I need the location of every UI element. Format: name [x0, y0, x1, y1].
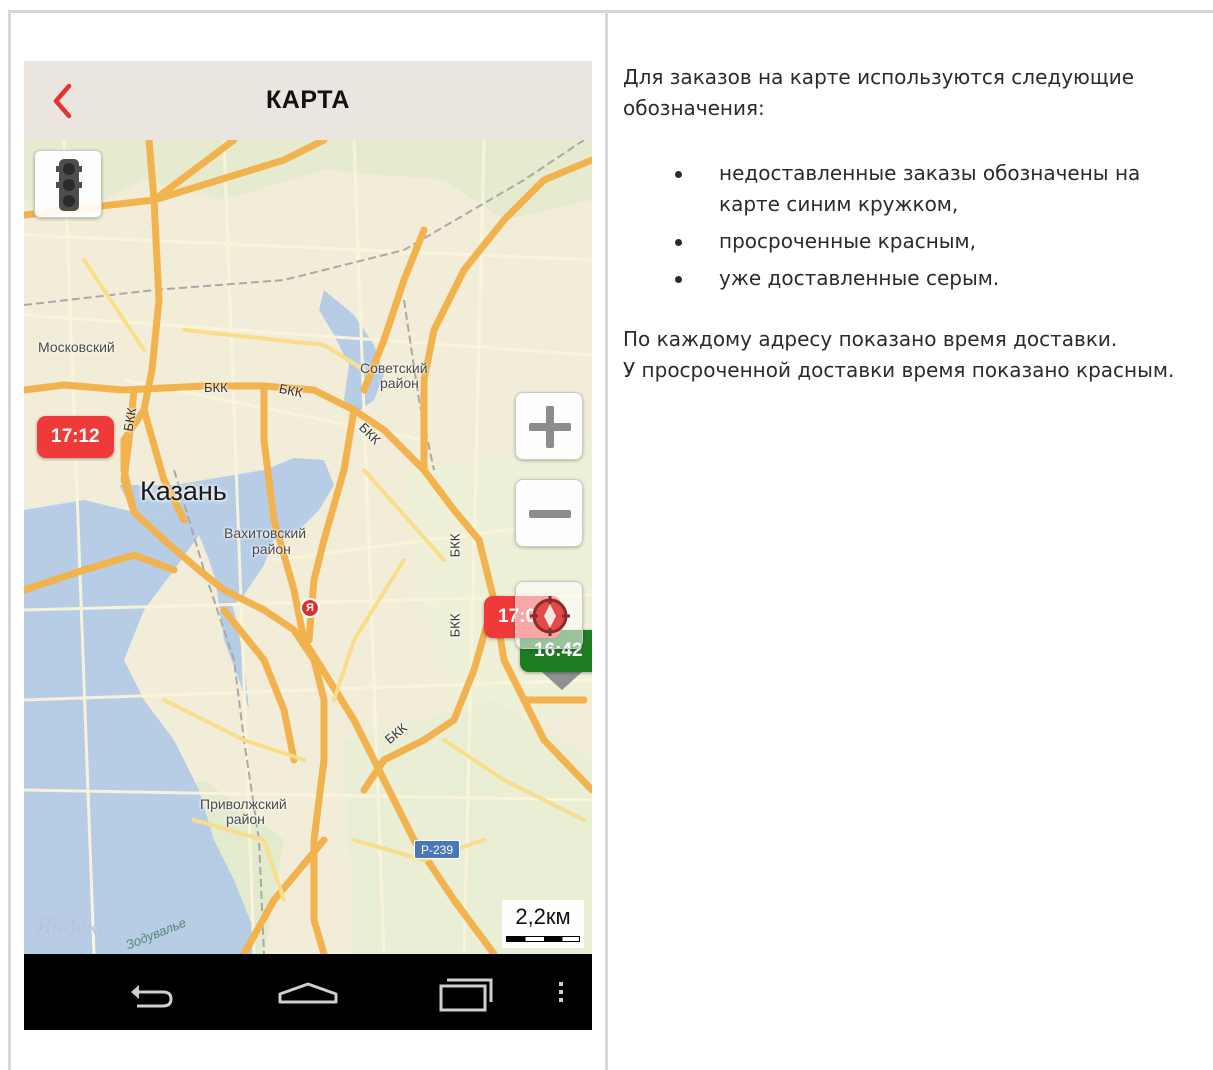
legend-list: недоставленные заказы обозначены на карт…	[675, 158, 1193, 294]
map-scale: 2,2км	[502, 900, 584, 948]
phone-screen: КАРТА Московский Советский район Казань …	[24, 61, 592, 1030]
back-button[interactable]	[46, 81, 86, 121]
recent-apps-icon	[439, 978, 493, 1012]
locate-icon	[530, 596, 570, 636]
frame-left-border	[8, 10, 11, 1070]
back-arrow-icon	[131, 985, 173, 1008]
chevron-left-icon	[53, 83, 72, 119]
label-road-bkk: БКК	[204, 380, 228, 395]
locate-button[interactable]	[515, 581, 583, 649]
android-nav-bar	[24, 954, 592, 1030]
order-pin-tail	[542, 672, 582, 690]
legend-description: Для заказов на карте используются следую…	[623, 62, 1193, 386]
yandex-watermark: Яндекс	[36, 914, 108, 940]
yandex-poi-marker[interactable]: Я	[300, 598, 320, 618]
outro-text-2: У просроченной доставки время показано к…	[623, 358, 1175, 382]
label-city-kazan: Казань	[140, 476, 227, 506]
list-item: уже доставленные серым.	[675, 263, 1193, 294]
traffic-toggle-button[interactable]	[34, 150, 102, 218]
map-tiles	[24, 140, 592, 954]
zoom-out-button[interactable]	[515, 479, 583, 547]
nav-back-button[interactable]	[109, 970, 189, 1014]
traffic-light-icon	[56, 159, 82, 211]
frame-column-divider	[605, 10, 608, 1070]
label-privolzhsky-district-2: район	[226, 811, 265, 827]
list-item: просроченные красным,	[675, 226, 1193, 257]
intro-text: Для заказов на карте используются следую…	[623, 65, 1135, 120]
nav-recent-apps-button[interactable]	[427, 970, 507, 1014]
label-sovetsky-district-2: район	[380, 375, 419, 391]
label-sovetsky-district-1: Советский	[360, 360, 428, 376]
overflow-menu-icon	[559, 982, 563, 1002]
home-icon	[278, 982, 338, 1004]
list-item: недоставленные заказы обозначены на карт…	[675, 158, 1193, 220]
scale-bar	[506, 936, 580, 942]
frame-top-border	[8, 10, 1213, 13]
zoom-in-button[interactable]	[515, 392, 583, 460]
route-sign: Р-239	[414, 840, 460, 859]
nav-home-button[interactable]	[268, 970, 348, 1014]
page-title: КАРТА	[266, 86, 350, 114]
label-road-bkk: БКК	[447, 613, 463, 638]
nav-overflow-menu-button[interactable]	[549, 970, 573, 1014]
label-privolzhsky-district-1: Приволжский	[200, 796, 287, 812]
map-view[interactable]: Московский Советский район Казань Вахито…	[24, 140, 592, 954]
label-vakhitovsky-district-2: район	[252, 541, 291, 557]
label-moskovsky-district: Московский	[38, 339, 115, 355]
app-header: КАРТА	[24, 61, 592, 140]
outro-text-1: По каждому адресу показано время доставк…	[623, 327, 1118, 351]
scale-label: 2,2км	[515, 904, 571, 929]
label-road-bkk: БКК	[447, 533, 463, 558]
order-pin-overdue[interactable]: 17:12	[37, 416, 114, 458]
label-vakhitovsky-district-1: Вахитовский	[224, 525, 307, 541]
